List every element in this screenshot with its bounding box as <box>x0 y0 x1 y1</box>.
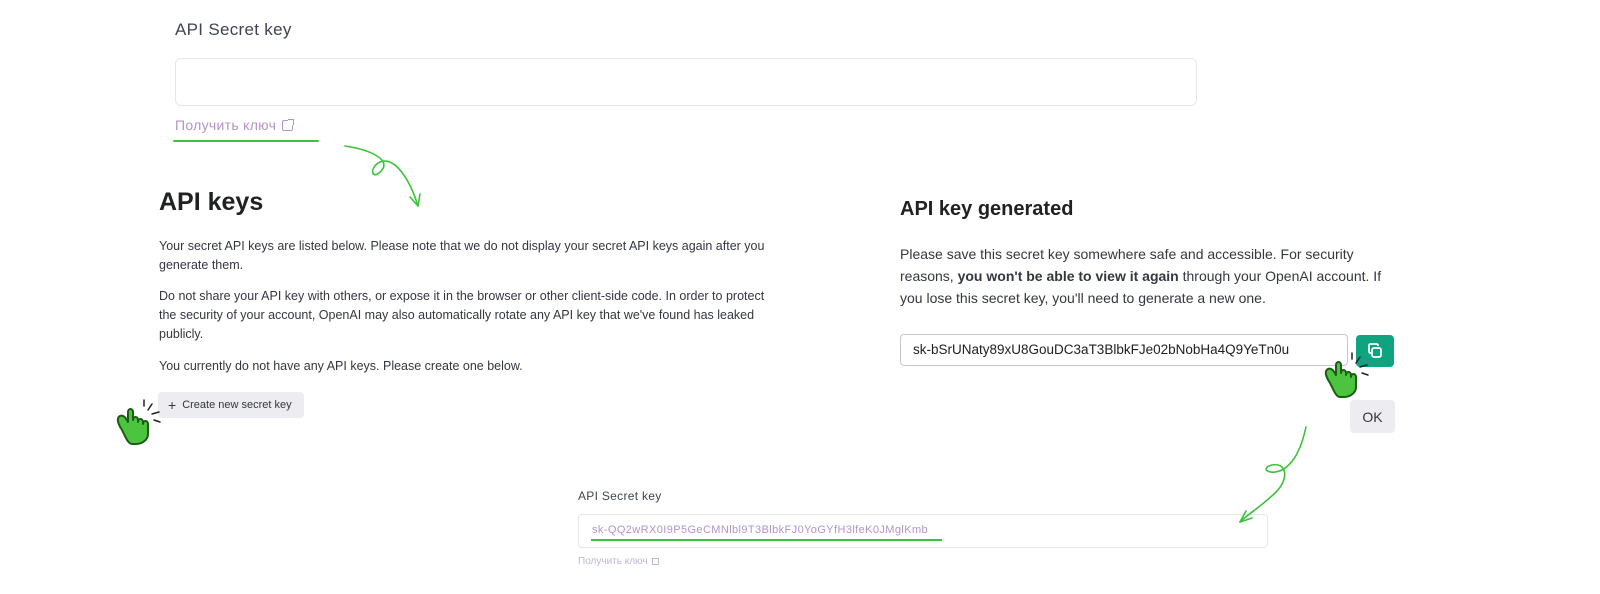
get-key-link-small-label: Получить ключ <box>578 556 648 567</box>
external-link-icon-small <box>651 558 659 565</box>
api-key-generated-text: Please save this secret key somewhere sa… <box>900 243 1395 309</box>
ok-button[interactable]: OK <box>1350 400 1395 433</box>
api-secret-key-value: sk-QQ2wRX0I9P5GeCMNlbl9T3BlbkFJ0YoGYfH3l… <box>592 524 929 536</box>
generated-text-bold: you won't be able to view it again <box>957 268 1179 284</box>
get-key-link-label: Получить ключ <box>175 117 277 133</box>
api-key-generated-title: API key generated <box>900 198 1074 220</box>
hand-pointer-icon <box>116 399 161 445</box>
create-button-label: Create new secret key <box>182 399 292 411</box>
plus-icon: + <box>168 397 177 413</box>
copy-button[interactable] <box>1356 335 1394 367</box>
copy-icon <box>1368 343 1382 358</box>
external-link-icon <box>282 118 295 131</box>
get-key-link[interactable]: Получить ключ <box>175 117 295 133</box>
api-keys-description: Your secret API keys are listed below. P… <box>159 239 765 272</box>
create-new-secret-key-button[interactable]: + Create new secret key <box>158 392 304 418</box>
api-keys-empty-note: You currently do not have any API keys. … <box>159 359 523 373</box>
annotation-arrow-bottom <box>1239 426 1307 523</box>
annotation-underline <box>173 140 319 142</box>
generated-key-field[interactable]: sk-bSrUNaty89xU8GouDC3aT3BlbkFJe02bNobHa… <box>900 334 1348 366</box>
api-keys-title: API keys <box>159 188 264 216</box>
api-secret-key-input[interactable] <box>175 58 1197 106</box>
api-secret-key-label-filled: API Secret key <box>578 489 662 503</box>
annotation-arrow-top <box>344 145 421 207</box>
api-keys-security-note: Do not share your API key with others, o… <box>159 289 765 341</box>
annotation-underline-bottom <box>591 539 942 541</box>
api-secret-key-label: API Secret key <box>175 20 292 39</box>
get-key-link-small[interactable]: Получить ключ <box>578 556 659 567</box>
